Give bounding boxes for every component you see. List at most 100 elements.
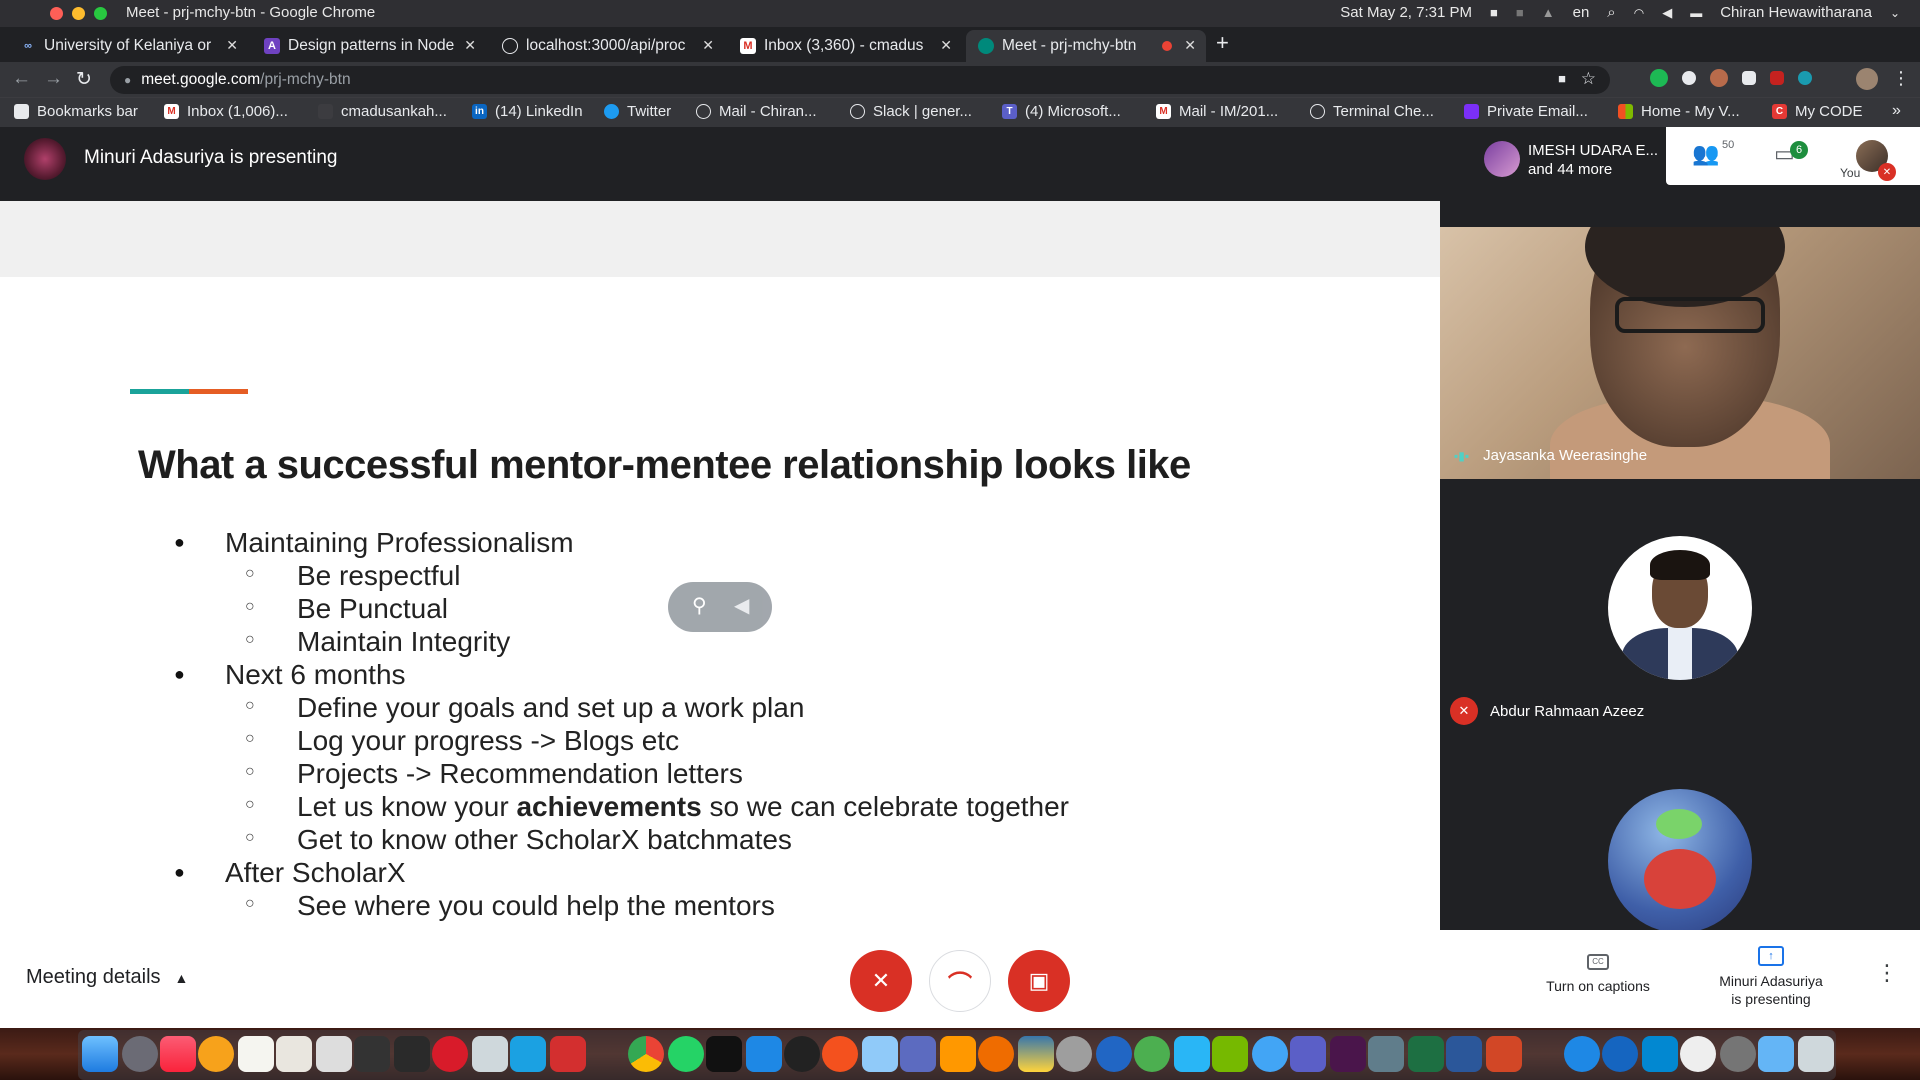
bookmark-item[interactable]: Slack | gener...: [850, 103, 972, 120]
finder-icon[interactable]: [82, 1036, 118, 1072]
bookmark-item[interactable]: Private Email...: [1464, 103, 1588, 120]
microphone-toggle-button[interactable]: ✕: [850, 950, 912, 1012]
tab-inbox[interactable]: M Inbox (3,360) - cmadus ✕: [728, 30, 962, 62]
extension-grammarly-icon[interactable]: [1650, 69, 1668, 87]
datetime[interactable]: Sat May 2, 7:31 PM: [1340, 4, 1472, 21]
slack-icon[interactable]: [1330, 1036, 1366, 1072]
python-icon[interactable]: [1018, 1036, 1054, 1072]
close-tab-icon[interactable]: ✕: [226, 37, 238, 54]
close-tab-icon[interactable]: ✕: [702, 37, 714, 54]
reload-icon[interactable]: ↻: [76, 68, 92, 91]
minimize-window-button[interactable]: [72, 7, 85, 20]
close-tab-icon[interactable]: ✕: [940, 37, 952, 54]
preview-icon[interactable]: [472, 1036, 508, 1072]
captions-button[interactable]: CC Turn on captions: [1540, 954, 1656, 994]
virtualbox-icon[interactable]: [1174, 1036, 1210, 1072]
unity-icon[interactable]: [784, 1036, 820, 1072]
safari-icon[interactable]: [1602, 1036, 1638, 1072]
more-options-icon[interactable]: ⋮: [1876, 960, 1898, 986]
system-preferences-icon[interactable]: [1720, 1036, 1756, 1072]
screen-sharing-icon[interactable]: [1642, 1036, 1678, 1072]
camera-off-icon[interactable]: ■: [1516, 5, 1524, 20]
address-bar[interactable]: ● meet.google.com/prj-mchy-btn ■ ☆: [110, 66, 1610, 94]
search-icon[interactable]: ⌕: [1607, 4, 1615, 21]
close-tab-icon[interactable]: ✕: [464, 37, 476, 54]
bell-icon[interactable]: ▲: [1542, 5, 1555, 20]
bookmark-item[interactable]: C My CODE: [1772, 103, 1863, 120]
calendar-icon[interactable]: [316, 1036, 352, 1072]
trash-icon[interactable]: [1798, 1036, 1834, 1072]
volume-icon[interactable]: ◀: [1662, 5, 1672, 21]
r-lang-icon[interactable]: [1056, 1036, 1092, 1072]
pdf-icon[interactable]: [550, 1036, 586, 1072]
whatsapp-icon[interactable]: [668, 1036, 704, 1072]
terminal-icon[interactable]: [706, 1036, 742, 1072]
bookmark-item[interactable]: in (14) LinkedIn: [472, 103, 583, 120]
chrome-icon[interactable]: [628, 1036, 664, 1072]
meeting-details-button[interactable]: Meeting details ▲: [26, 966, 188, 989]
infuse-icon[interactable]: [198, 1036, 234, 1072]
launchpad-icon[interactable]: [122, 1036, 158, 1072]
volume-icon[interactable]: ◀: [734, 593, 749, 618]
user-name[interactable]: Chiran Hewawitharana: [1720, 4, 1872, 21]
clock-icon[interactable]: [1680, 1036, 1716, 1072]
camera-toggle-button[interactable]: ▣: [1008, 950, 1070, 1012]
back-icon[interactable]: ←: [12, 68, 31, 90]
excel-icon[interactable]: [1408, 1036, 1444, 1072]
screen-icon[interactable]: [510, 1036, 546, 1072]
pin-icon[interactable]: ⚲: [692, 593, 707, 618]
extension-ublock-icon[interactable]: [1770, 71, 1784, 85]
notes-icon[interactable]: [238, 1036, 274, 1072]
tab-localhost[interactable]: localhost:3000/api/proc ✕: [490, 30, 724, 62]
app-store-circle-icon[interactable]: [1564, 1036, 1600, 1072]
bookmark-star-icon[interactable]: ☆: [1581, 69, 1596, 89]
textedit-icon[interactable]: [276, 1036, 312, 1072]
word-icon[interactable]: [1446, 1036, 1482, 1072]
language-indicator[interactable]: en: [1573, 4, 1590, 21]
xcode-icon[interactable]: [900, 1036, 936, 1072]
bookmark-item[interactable]: Terminal Che...: [1310, 103, 1434, 120]
new-tab-button[interactable]: +: [1216, 30, 1229, 56]
postman-icon[interactable]: [822, 1036, 858, 1072]
bookmark-item[interactable]: M Inbox (1,006)...: [164, 103, 288, 120]
bookmark-item[interactable]: Home - My V...: [1618, 103, 1740, 120]
tool-icon[interactable]: [1368, 1036, 1404, 1072]
people-icon[interactable]: 👥: [1692, 141, 1719, 167]
teams-icon[interactable]: [1290, 1036, 1326, 1072]
teamviewer-icon[interactable]: [1252, 1036, 1288, 1072]
record-icon[interactable]: [432, 1036, 468, 1072]
chrome-menu-icon[interactable]: ⋮: [1892, 68, 1910, 89]
tab-design-patterns[interactable]: A Design patterns in Node ✕: [252, 30, 486, 62]
menu-chevron-icon[interactable]: ⌄: [1890, 6, 1900, 20]
rstudio-icon[interactable]: [1096, 1036, 1132, 1072]
profile-avatar[interactable]: [1856, 68, 1878, 90]
camera-icon[interactable]: ■: [1490, 5, 1498, 20]
bookmark-item[interactable]: Mail - Chiran...: [696, 103, 817, 120]
mongodb-icon[interactable]: [1134, 1036, 1170, 1072]
nvidia-icon[interactable]: [1212, 1036, 1248, 1072]
forward-icon[interactable]: →: [44, 68, 63, 90]
camera-permission-icon[interactable]: ■: [1558, 71, 1566, 86]
participants-preview[interactable]: IMESH UDARA E... and 44 more: [1478, 132, 1664, 188]
tab-meet[interactable]: Meet - prj-mchy-btn ✕: [966, 30, 1206, 62]
bookmark-folder[interactable]: Bookmarks bar: [14, 103, 138, 120]
music-icon[interactable]: [160, 1036, 196, 1072]
sublime-icon[interactable]: [940, 1036, 976, 1072]
bookmark-item[interactable]: M Mail - IM/201...: [1156, 103, 1278, 120]
extension-gear-icon[interactable]: [1682, 71, 1696, 85]
more-bookmarks-icon[interactable]: »: [1892, 102, 1901, 120]
extension-circle-icon[interactable]: [1798, 71, 1812, 85]
bookmark-item[interactable]: cmadusankah...: [318, 103, 447, 120]
extension-avatar-icon[interactable]: [1710, 69, 1728, 87]
blender-icon[interactable]: [978, 1036, 1014, 1072]
presenting-button[interactable]: ↑ Minuri Adasuriya is presenting: [1700, 946, 1842, 1008]
tab-university[interactable]: ∞ University of Kelaniya or ✕: [8, 30, 248, 62]
extension-box-icon[interactable]: [1742, 71, 1756, 85]
vscode-icon[interactable]: [746, 1036, 782, 1072]
zoom-window-button[interactable]: [94, 7, 107, 20]
speaker-video-tile[interactable]: ▪▮▪ Jayasanka Weerasinghe: [1440, 227, 1920, 479]
close-window-button[interactable]: [50, 7, 63, 20]
downloads-folder-icon[interactable]: [1758, 1036, 1794, 1072]
leave-call-button[interactable]: ⌒: [929, 950, 991, 1012]
clapper-icon[interactable]: [354, 1036, 390, 1072]
